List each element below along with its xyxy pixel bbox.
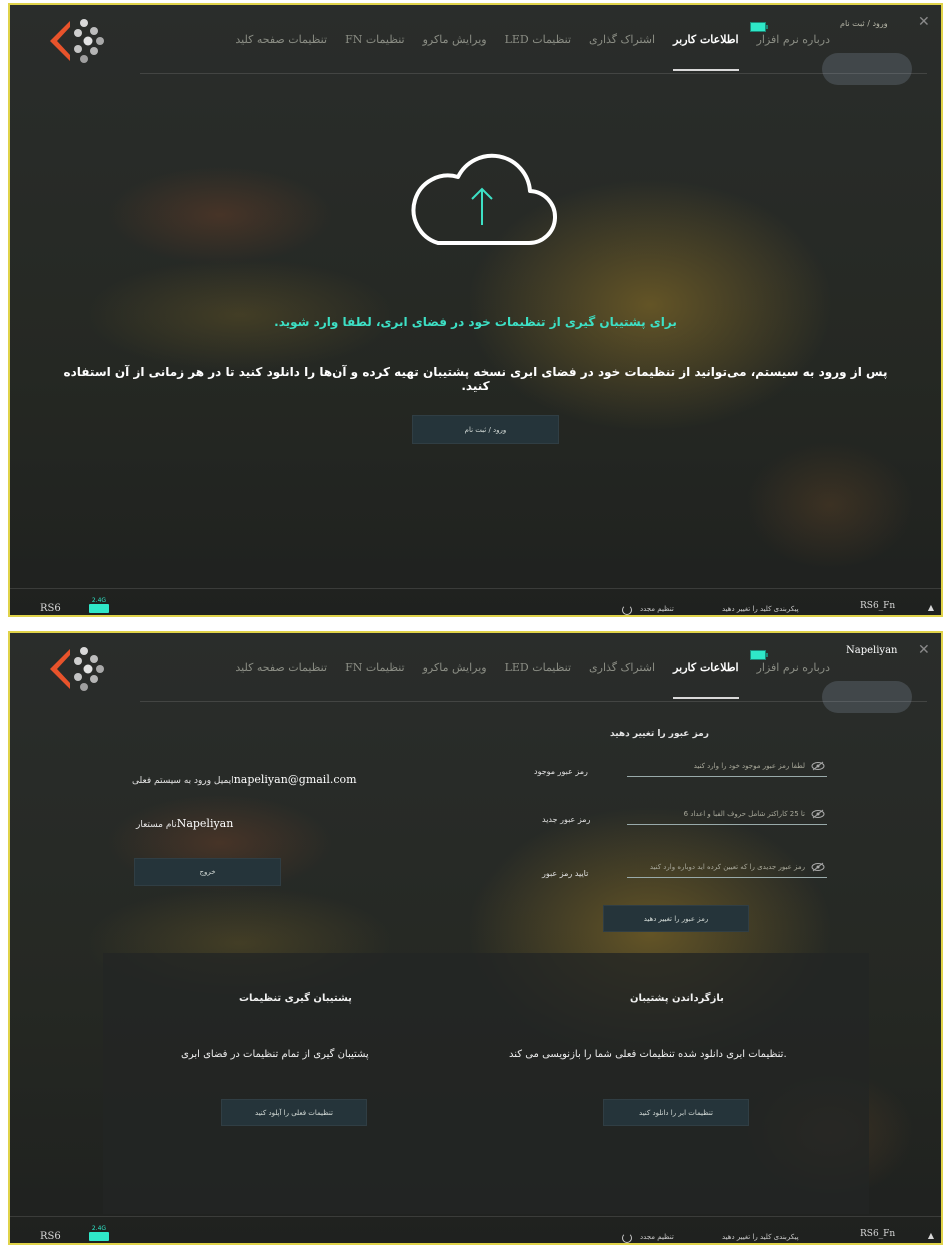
new-password-placeholder: 6 تا 25 کاراکتر شامل حروف الفبا و اعداد: [683, 810, 805, 818]
keyboard-connection-icon: 2.4G: [88, 597, 110, 615]
device-name: RS6: [40, 603, 61, 614]
tab-about[interactable]: درباره نرم افزار: [757, 33, 830, 59]
email-row: ایمیل ورود به سیستم فعلیnapeliyan@gmail.…: [132, 773, 357, 786]
change-layout-button[interactable]: پیکربندی کلید را تغییر دهید: [722, 605, 799, 613]
tab-keyboard-settings[interactable]: تنظیمات صفحه کلید: [235, 33, 327, 59]
connection-badge: 2.4G: [91, 597, 107, 604]
email-value: napeliyan@gmail.com: [233, 773, 357, 786]
tab-macro-edit[interactable]: ویرایش ماکرو: [423, 33, 487, 59]
tab-bar: درباره نرم افزار اطلاعات کاربر اشتراک گذ…: [140, 661, 830, 699]
tab-user-info[interactable]: اطلاعات کاربر: [673, 661, 739, 699]
reset-icon[interactable]: [622, 1233, 632, 1243]
password-section-title: رمز عبور را تغییر دهید: [610, 729, 709, 739]
nickname-label: نام مستعار: [136, 820, 177, 830]
tab-fn-settings[interactable]: FN تنظیمات: [345, 33, 405, 59]
app-logo-icon: [50, 19, 104, 63]
current-password-label: رمز عبور موجود: [534, 767, 588, 776]
tab-led-settings[interactable]: LED تنظیمات: [505, 33, 571, 59]
change-password-button[interactable]: رمز عبور را تغییر دهید: [603, 905, 749, 932]
battery-icon: [750, 650, 768, 660]
tab-sharing[interactable]: اشتراک گذاری: [589, 661, 655, 687]
new-password-field[interactable]: 6 تا 25 کاراکتر شامل حروف الفبا و اعداد: [627, 807, 827, 825]
login-button[interactable]: ورود / ثبت نام: [412, 415, 559, 444]
footer-divider: [10, 1216, 941, 1217]
current-password-placeholder: لطفا رمز عبور موجود خود را وارد کنید: [693, 762, 805, 770]
keyboard-connection-icon: 2.4G: [88, 1225, 110, 1243]
restore-description: تنظیمات ابری دانلود شده تنظیمات فعلی شما…: [509, 1049, 787, 1060]
caret-up-icon: ▲: [927, 603, 934, 612]
eye-slash-icon[interactable]: [811, 809, 825, 819]
eye-slash-icon[interactable]: [811, 761, 825, 771]
footer-divider: [10, 588, 941, 589]
reset-button[interactable]: تنظیم مجدد: [640, 1233, 674, 1241]
battery-icon: [750, 22, 768, 32]
username-display[interactable]: Napeliyan: [846, 645, 897, 656]
current-password-field[interactable]: لطفا رمز عبور موجود خود را وارد کنید: [627, 759, 827, 777]
header-divider: [140, 73, 927, 74]
profile-select-value: RS6_Fn: [860, 1229, 896, 1239]
reset-button[interactable]: تنظیم مجدد: [640, 605, 674, 613]
confirm-password-label: تایید رمز عبور: [542, 869, 589, 878]
eye-slash-icon[interactable]: [811, 862, 825, 872]
screen-user-account: درباره نرم افزار اطلاعات کاربر اشتراک گذ…: [8, 631, 943, 1245]
caret-up-icon: ▲: [927, 1231, 934, 1240]
download-cloud-settings-button[interactable]: تنظیمات ابر را دانلود کنید: [603, 1099, 749, 1126]
nickname-value: Napeliyan: [176, 817, 234, 830]
connection-badge: 2.4G: [91, 1225, 107, 1232]
upload-settings-button[interactable]: تنظیمات فعلی را آپلود کنید: [221, 1099, 367, 1126]
logout-button[interactable]: خروج: [134, 858, 281, 886]
new-password-label: رمز عبور جدید: [542, 815, 591, 824]
header-divider: [140, 701, 927, 702]
close-icon[interactable]: ✕: [918, 15, 930, 29]
tab-keyboard-settings[interactable]: تنظیمات صفحه کلید: [235, 661, 327, 687]
reset-icon[interactable]: [622, 605, 632, 615]
confirm-password-placeholder: رمز عبور جدیدی را که تعیین کرده اید دوبا…: [649, 863, 805, 871]
backup-info-message: پس از ورود به سیستم، می‌توانید از تنظیما…: [63, 365, 888, 393]
restore-title: بازگرداندن پشتیبان: [630, 993, 724, 1004]
tab-sharing[interactable]: اشتراک گذاری: [589, 33, 655, 59]
tab-macro-edit[interactable]: ویرایش ماکرو: [423, 661, 487, 687]
login-link[interactable]: ورود / ثبت نام: [840, 19, 888, 28]
profile-select-value: RS6_Fn: [860, 601, 896, 611]
tab-led-settings[interactable]: LED تنظیمات: [505, 661, 571, 687]
device-name: RS6: [40, 1231, 61, 1242]
cloud-upload-icon: [411, 153, 557, 246]
backup-description: پشتیبان گیری از تمام تنظیمات در فضای ابر…: [181, 1049, 369, 1060]
background-blur: [822, 53, 912, 85]
confirm-password-field[interactable]: رمز عبور جدیدی را که تعیین کرده اید دوبا…: [627, 860, 827, 878]
backup-title: پشتیبان گیری تنظیمات: [239, 993, 352, 1004]
profile-select[interactable]: RS6_Fn ▲: [848, 1229, 936, 1243]
email-label: ایمیل ورود به سیستم فعلی: [132, 776, 234, 786]
change-layout-button[interactable]: پیکربندی کلید را تغییر دهید: [722, 1233, 799, 1241]
cloud-backup-panel: بازگرداندن پشتیبان تنظیمات ابری دانلود ش…: [103, 953, 869, 1214]
profile-select[interactable]: RS6_Fn ▲: [848, 601, 936, 615]
screen-login-prompt: درباره نرم افزار اطلاعات کاربر اشتراک گذ…: [8, 3, 943, 617]
close-icon[interactable]: ✕: [918, 643, 930, 657]
login-prompt-message: برای پشتیبان گیری از تنظیمات خود در فضای…: [274, 315, 677, 329]
app-logo-icon: [50, 647, 104, 691]
tab-fn-settings[interactable]: FN تنظیمات: [345, 661, 405, 687]
tab-user-info[interactable]: اطلاعات کاربر: [673, 33, 739, 71]
tab-bar: درباره نرم افزار اطلاعات کاربر اشتراک گذ…: [140, 33, 830, 71]
nickname-row: نام مستعارNapeliyan: [136, 817, 233, 830]
background-blur: [822, 681, 912, 713]
tab-about[interactable]: درباره نرم افزار: [757, 661, 830, 687]
